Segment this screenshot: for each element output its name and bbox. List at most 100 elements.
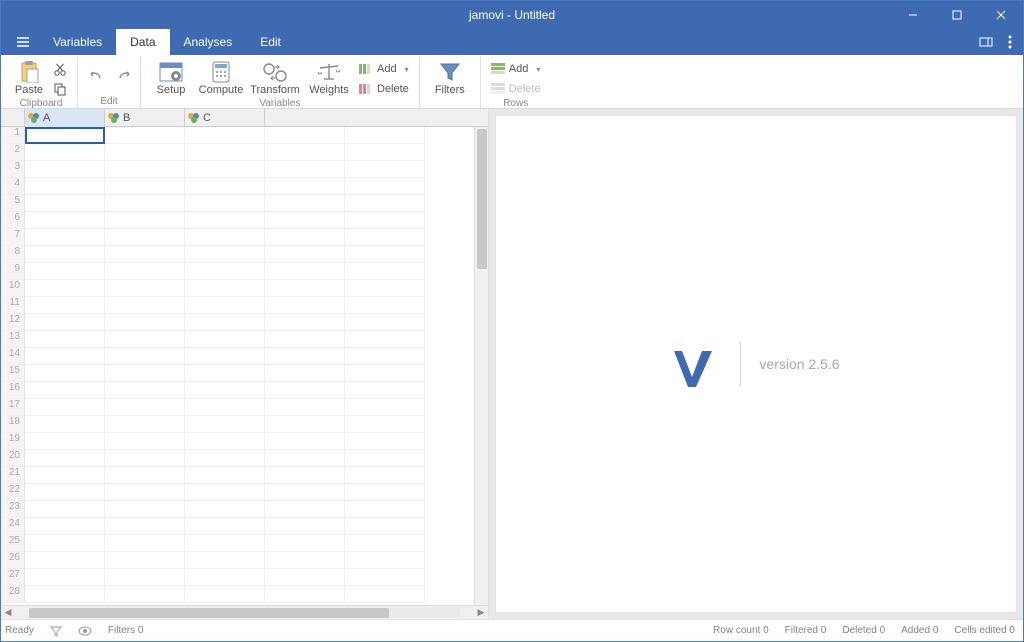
compute-button[interactable]: Compute [197, 58, 245, 96]
column-header-empty[interactable] [265, 109, 488, 127]
cell[interactable] [265, 450, 345, 467]
table-row[interactable]: 9 [1, 263, 488, 280]
cell[interactable] [185, 127, 265, 144]
cell[interactable] [345, 467, 425, 484]
cell[interactable] [185, 552, 265, 569]
cell[interactable] [105, 144, 185, 161]
corner-cell[interactable] [1, 109, 25, 126]
cell[interactable] [345, 263, 425, 280]
scroll-thumb[interactable] [29, 608, 389, 618]
cell[interactable] [25, 416, 105, 433]
cell[interactable] [25, 365, 105, 382]
cell[interactable] [105, 365, 185, 382]
variables-delete-button[interactable]: Delete [355, 80, 413, 98]
row-number[interactable]: 5 [1, 195, 25, 212]
cell[interactable] [185, 212, 265, 229]
cell[interactable] [25, 467, 105, 484]
copy-button[interactable] [49, 80, 71, 98]
row-number[interactable]: 28 [1, 586, 25, 603]
cell[interactable] [25, 569, 105, 586]
cell[interactable] [185, 178, 265, 195]
table-row[interactable]: 11 [1, 297, 488, 314]
cell[interactable] [345, 501, 425, 518]
row-number[interactable]: 6 [1, 212, 25, 229]
row-number[interactable]: 26 [1, 552, 25, 569]
cell[interactable] [345, 144, 425, 161]
cell[interactable] [345, 416, 425, 433]
cell[interactable] [185, 144, 265, 161]
cell[interactable] [265, 467, 345, 484]
cell[interactable] [265, 297, 345, 314]
row-number[interactable]: 22 [1, 484, 25, 501]
cell[interactable] [265, 535, 345, 552]
cell[interactable] [105, 467, 185, 484]
table-row[interactable]: 25 [1, 535, 488, 552]
cell[interactable] [345, 518, 425, 535]
cell[interactable] [105, 535, 185, 552]
cell[interactable] [265, 518, 345, 535]
column-header-a[interactable]: A [25, 109, 105, 127]
cell[interactable] [105, 161, 185, 178]
table-row[interactable]: 1 [1, 127, 488, 144]
cell[interactable] [25, 246, 105, 263]
row-number[interactable]: 15 [1, 365, 25, 382]
table-row[interactable]: 27 [1, 569, 488, 586]
cell[interactable] [185, 467, 265, 484]
table-row[interactable]: 22 [1, 484, 488, 501]
cell[interactable] [345, 552, 425, 569]
cell[interactable] [265, 212, 345, 229]
cell[interactable] [345, 195, 425, 212]
cell[interactable] [25, 484, 105, 501]
cell[interactable] [185, 246, 265, 263]
cell[interactable] [25, 178, 105, 195]
cell[interactable] [185, 399, 265, 416]
row-number[interactable]: 25 [1, 535, 25, 552]
table-row[interactable]: 21 [1, 467, 488, 484]
cell[interactable] [185, 348, 265, 365]
cell[interactable] [185, 586, 265, 603]
cell[interactable] [265, 161, 345, 178]
table-row[interactable]: 6 [1, 212, 488, 229]
row-number[interactable]: 27 [1, 569, 25, 586]
cell[interactable] [265, 127, 345, 144]
cell[interactable] [345, 212, 425, 229]
table-row[interactable]: 20 [1, 450, 488, 467]
cell[interactable] [185, 195, 265, 212]
cell[interactable] [345, 450, 425, 467]
cell[interactable] [25, 501, 105, 518]
table-row[interactable]: 4 [1, 178, 488, 195]
cell[interactable] [185, 229, 265, 246]
cell[interactable] [265, 263, 345, 280]
paste-button[interactable]: Paste [11, 58, 47, 96]
table-row[interactable]: 17 [1, 399, 488, 416]
cell[interactable] [345, 484, 425, 501]
variables-add-button[interactable]: Add ▾ [355, 60, 413, 78]
cell[interactable] [345, 433, 425, 450]
cell[interactable] [105, 586, 185, 603]
cell[interactable] [105, 484, 185, 501]
scroll-thumb[interactable] [477, 129, 487, 269]
cell[interactable] [345, 127, 425, 144]
cell[interactable] [185, 450, 265, 467]
cell[interactable] [185, 263, 265, 280]
cell[interactable] [185, 535, 265, 552]
cell[interactable] [345, 348, 425, 365]
cell[interactable] [185, 569, 265, 586]
table-row[interactable]: 23 [1, 501, 488, 518]
cell[interactable] [265, 246, 345, 263]
cell[interactable] [345, 535, 425, 552]
status-filter-icon[interactable] [50, 625, 62, 637]
cell[interactable] [265, 280, 345, 297]
cell[interactable] [25, 161, 105, 178]
cell[interactable] [25, 331, 105, 348]
row-number[interactable]: 16 [1, 382, 25, 399]
table-row[interactable]: 16 [1, 382, 488, 399]
cell[interactable] [185, 484, 265, 501]
cell[interactable] [105, 518, 185, 535]
filters-button[interactable]: Filters [426, 58, 474, 96]
cell[interactable] [345, 297, 425, 314]
cell[interactable] [265, 586, 345, 603]
cell[interactable] [265, 178, 345, 195]
cell[interactable] [25, 297, 105, 314]
cell[interactable] [185, 416, 265, 433]
